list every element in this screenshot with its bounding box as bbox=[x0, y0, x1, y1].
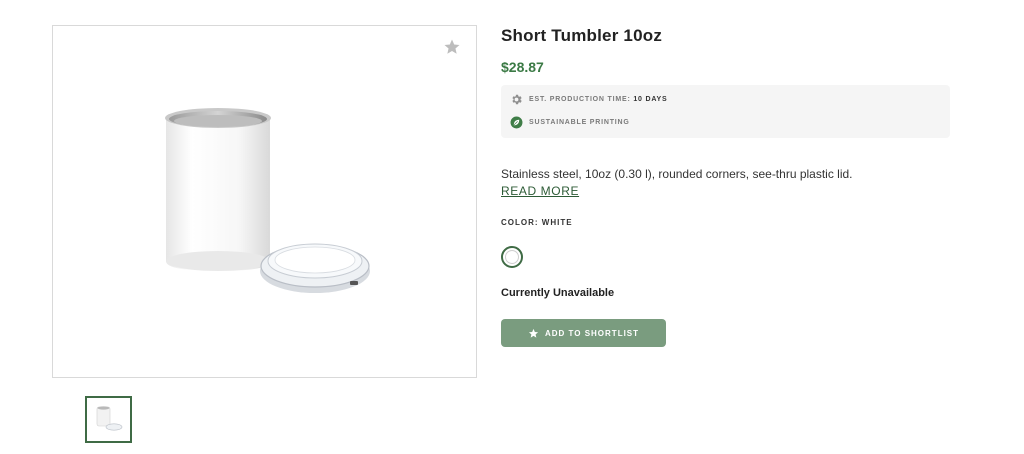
production-time-row: EST. PRODUCTION TIME: 10 DAYS bbox=[510, 93, 667, 106]
color-label: COLOR: WHITE bbox=[501, 218, 573, 227]
production-time-label: EST. PRODUCTION TIME: bbox=[529, 96, 631, 103]
product-price: $28.87 bbox=[501, 59, 544, 75]
production-time-text: EST. PRODUCTION TIME: 10 DAYS bbox=[529, 96, 667, 103]
product-description: Stainless steel, 10oz (0.30 l), rounded … bbox=[501, 167, 853, 181]
thumbnail-image bbox=[96, 406, 123, 431]
thumbnail-1[interactable] bbox=[85, 396, 132, 443]
product-title: Short Tumbler 10oz bbox=[501, 26, 663, 45]
star-icon bbox=[528, 328, 539, 338]
add-to-shortlist-button[interactable]: ADD TO SHORTLIST bbox=[501, 319, 666, 347]
leaf-icon bbox=[510, 116, 523, 129]
read-more-link[interactable]: READ MORE bbox=[501, 184, 579, 198]
production-time-value: 10 DAYS bbox=[633, 96, 668, 103]
star-icon[interactable] bbox=[443, 38, 461, 56]
add-to-shortlist-label: ADD TO SHORTLIST bbox=[544, 328, 640, 338]
gear-icon bbox=[512, 94, 522, 105]
product-specs: EST. PRODUCTION TIME: 10 DAYS SUSTAINABL… bbox=[501, 85, 950, 138]
product-image-gallery bbox=[52, 25, 477, 378]
sustainable-row: SUSTAINABLE PRINTING bbox=[510, 116, 630, 129]
product-image bbox=[165, 108, 370, 293]
sustainable-text: SUSTAINABLE PRINTING bbox=[529, 119, 630, 126]
availability-status: Currently Unavailable bbox=[501, 287, 615, 299]
color-swatch-white[interactable] bbox=[501, 246, 523, 268]
